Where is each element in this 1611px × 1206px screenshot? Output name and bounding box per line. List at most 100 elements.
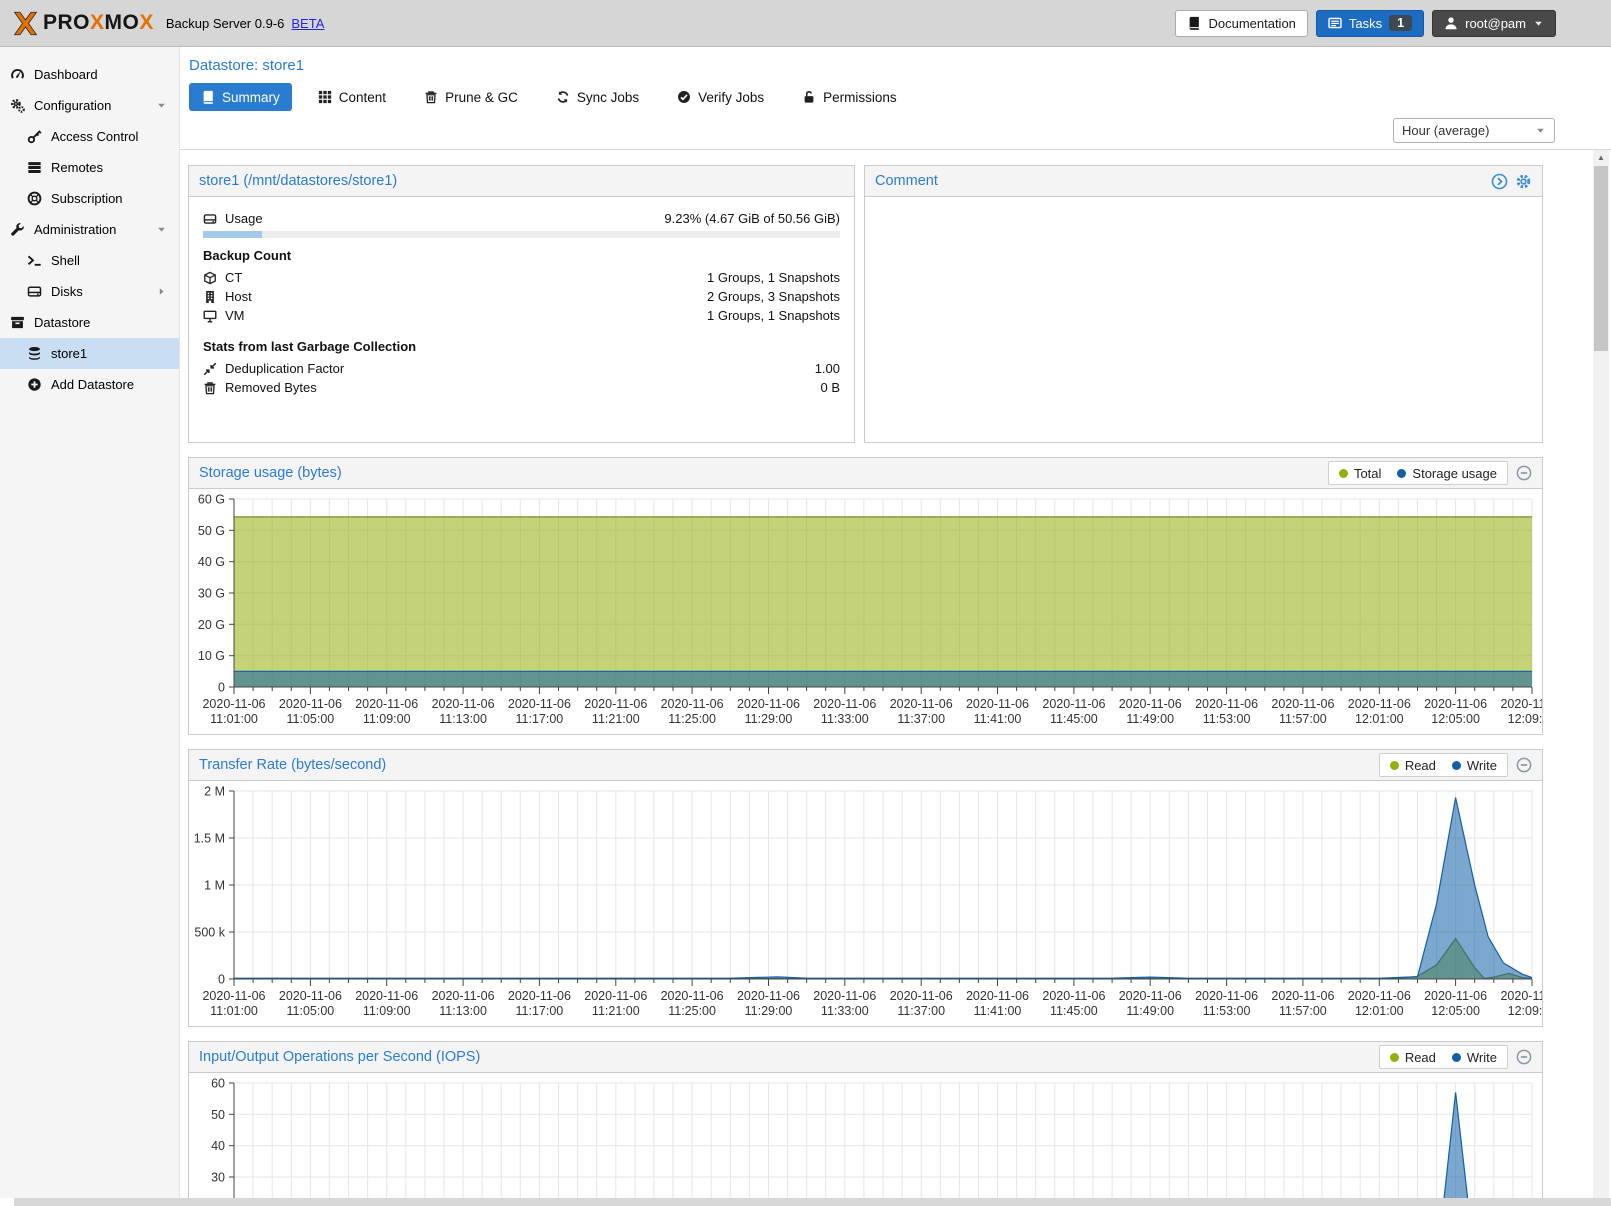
archive-icon	[10, 315, 25, 330]
svg-text:12:09:00: 12:09:00	[1508, 712, 1543, 726]
collapse-panel-icon[interactable]	[1516, 1049, 1532, 1065]
count-value: 1 Groups, 1 Snapshots	[707, 308, 840, 323]
timeframe-select[interactable]: Hour (average)	[1393, 118, 1555, 143]
tab-label: Content	[339, 90, 386, 105]
legend-item-total[interactable]: Total	[1339, 466, 1381, 481]
documentation-button[interactable]: Documentation	[1175, 10, 1307, 37]
sidebar-item-add-datastore[interactable]: Add Datastore	[0, 369, 179, 400]
svg-text:2020-11-06: 2020-11-06	[584, 989, 647, 1003]
usage-value: 9.23% (4.67 GiB of 50.56 GiB)	[664, 211, 840, 226]
legend-item-write[interactable]: Write	[1452, 1050, 1497, 1065]
svg-text:2020-11-06: 2020-11-06	[1500, 697, 1543, 711]
svg-text:2020-11-06: 2020-11-06	[1119, 989, 1182, 1003]
svg-text:500 k: 500 k	[194, 926, 225, 940]
sidebar-item-store1[interactable]: store1	[0, 338, 179, 369]
svg-text:2020-11-06: 2020-11-06	[355, 697, 418, 711]
svg-text:2020-11-06: 2020-11-06	[813, 697, 876, 711]
tab-label: Verify Jobs	[698, 90, 764, 105]
sidebar-item-administration[interactable]: Administration	[0, 214, 179, 245]
tab-label: Prune & GC	[445, 90, 518, 105]
tab-verify-jobs[interactable]: Verify Jobs	[665, 83, 776, 111]
iops-chart: 60504030201002020-11-0611:01:002020-11-0…	[189, 1073, 1543, 1206]
tab-content[interactable]: Content	[306, 83, 398, 111]
legend-dot	[1397, 469, 1406, 478]
svg-text:11:33:00: 11:33:00	[821, 712, 869, 726]
topbar: PROXMOX Backup Server 0.9-6 BETA Documen…	[0, 0, 1611, 47]
tab-summary[interactable]: Summary	[189, 83, 292, 111]
svg-text:2020-11-06: 2020-11-06	[508, 989, 571, 1003]
sidebar-label: Add Datastore	[51, 377, 134, 392]
panel-title: Comment	[875, 173, 938, 189]
legend-item-read[interactable]: Read	[1390, 1050, 1436, 1065]
svg-text:11:25:00: 11:25:00	[668, 1004, 716, 1018]
legend-item-read[interactable]: Read	[1390, 758, 1436, 773]
trash-icon	[424, 90, 438, 104]
svg-text:50 G: 50 G	[198, 524, 225, 538]
collapse-panel-icon[interactable]	[1516, 757, 1532, 773]
check-circle-icon	[677, 90, 691, 104]
brand-text: PROXMOX	[43, 11, 154, 35]
svg-text:11:29:00: 11:29:00	[745, 712, 793, 726]
comment-content[interactable]	[865, 197, 1542, 217]
chart-legend: Read Write	[1379, 753, 1508, 777]
svg-text:60 G: 60 G	[198, 493, 225, 507]
sidebar-item-datastore[interactable]: Datastore	[0, 307, 179, 338]
tab-sync-jobs[interactable]: Sync Jobs	[544, 83, 651, 111]
task-list-icon	[1328, 16, 1342, 30]
expand-chevron-icon[interactable]	[1491, 173, 1508, 190]
svg-text:11:41:00: 11:41:00	[974, 712, 1022, 726]
sidebar-item-shell[interactable]: Shell	[0, 245, 179, 276]
svg-text:40: 40	[211, 1139, 225, 1153]
legend-item-write[interactable]: Write	[1452, 758, 1497, 773]
book-icon	[201, 90, 215, 104]
svg-text:1.5 M: 1.5 M	[194, 832, 225, 846]
count-label: CT	[225, 270, 242, 285]
svg-text:2020-11-06: 2020-11-06	[1042, 697, 1105, 711]
gc-stats-heading: Stats from last Garbage Collection	[203, 339, 840, 354]
tab-permissions[interactable]: Permissions	[790, 83, 909, 111]
sidebar-item-remotes[interactable]: Remotes	[0, 152, 179, 183]
user-menu-button[interactable]: root@pam	[1432, 10, 1556, 37]
svg-text:40 G: 40 G	[198, 555, 225, 569]
svg-text:2020-11-06: 2020-11-06	[966, 989, 1029, 1003]
building-icon	[203, 290, 217, 304]
collapse-panel-icon[interactable]	[1516, 465, 1532, 481]
svg-text:2020-11-06: 2020-11-06	[1119, 697, 1182, 711]
beta-link[interactable]: BETA	[291, 16, 324, 31]
scroll-corner	[0, 1198, 14, 1206]
legend-dot	[1452, 761, 1461, 770]
expand-caret-icon[interactable]	[156, 286, 167, 297]
sidebar-item-access-control[interactable]: Access Control	[0, 121, 179, 152]
vertical-scrollbar[interactable]: ▲	[1593, 150, 1609, 1198]
transfer-rate-chart-panel: Transfer Rate (bytes/second) Read Write	[188, 749, 1543, 1027]
iops-chart-panel: Input/Output Operations per Second (IOPS…	[188, 1041, 1543, 1206]
compress-icon	[203, 362, 217, 376]
gear-icon[interactable]	[1515, 173, 1532, 190]
collapse-caret-icon[interactable]	[156, 100, 167, 111]
sidebar: Dashboard Configuration Access Control R…	[0, 47, 180, 1206]
unlock-icon	[802, 90, 816, 104]
tasks-button[interactable]: Tasks 1	[1316, 10, 1424, 37]
sidebar-item-disks[interactable]: Disks	[0, 276, 179, 307]
legend-dot	[1390, 1053, 1399, 1062]
sidebar-item-dashboard[interactable]: Dashboard	[0, 59, 179, 90]
sidebar-item-configuration[interactable]: Configuration	[0, 90, 179, 121]
gears-icon	[10, 98, 25, 113]
scrollbar-thumb[interactable]	[1594, 166, 1608, 351]
desktop-icon	[203, 309, 217, 323]
usage-label: Usage	[225, 211, 263, 226]
collapse-caret-icon[interactable]	[156, 224, 167, 235]
sidebar-item-subscription[interactable]: Subscription	[0, 183, 179, 214]
svg-text:11:53:00: 11:53:00	[1203, 712, 1251, 726]
sidebar-label: Administration	[34, 222, 116, 237]
panel-title: store1 (/mnt/datastores/store1)	[199, 173, 397, 189]
scroll-up-arrow[interactable]: ▲	[1593, 150, 1609, 165]
legend-item-storage-usage[interactable]: Storage usage	[1397, 466, 1497, 481]
svg-text:11:13:00: 11:13:00	[439, 1004, 487, 1018]
svg-text:11:41:00: 11:41:00	[974, 1004, 1022, 1018]
svg-text:0: 0	[218, 973, 225, 987]
panel-title: Storage usage (bytes)	[199, 465, 342, 481]
tab-prune-gc[interactable]: Prune & GC	[412, 83, 530, 111]
tab-label: Summary	[222, 90, 280, 105]
gauge-icon	[10, 67, 25, 82]
